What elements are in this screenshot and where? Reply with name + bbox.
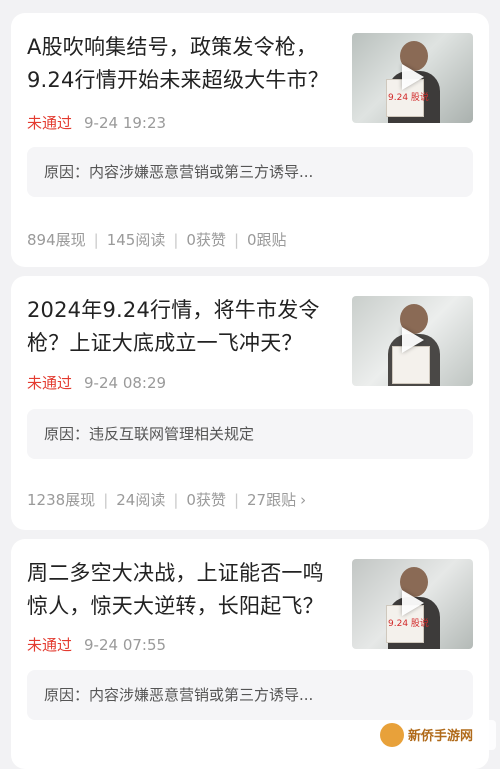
post-title[interactable]: 周二多空大决战，上证能否一鸣惊人，惊天大逆转，长阳起飞？ [27,557,339,623]
watermark-text: 新侨手游网 [408,729,474,744]
status-badge: 未通过 [27,114,73,132]
stats-divider: | [233,231,240,249]
stats-divider: | [173,491,179,509]
play-icon[interactable] [402,64,424,90]
play-icon[interactable] [402,327,424,353]
post-time: 9-24 07:55 [84,636,167,654]
post-card[interactable]: 2024年9.24行情，将牛市发令枪？上证大底成立一飞冲天？ 未通过 9-24 0… [11,276,489,530]
reads-count: 145阅读 [106,231,166,249]
reject-reason: 原因：违反互联网管理相关规定 [27,409,473,459]
post-time: 9-24 08:29 [84,374,167,392]
follows-count[interactable]: 27跟贴 [247,491,296,509]
status-row: 未通过 9-24 08:29 [27,373,166,393]
post-title[interactable]: 2024年9.24行情，将牛市发令枪？上证大底成立一飞冲天？ [27,294,339,360]
stats-row: 894展现 | 145阅读 | 0获赞 | 0跟贴 [27,230,287,250]
post-card[interactable]: A股吹响集结号，政策发令枪，9.24行情开始未来超级大牛市？ 9.24 股说 未… [11,13,489,267]
play-icon[interactable] [402,590,424,616]
likes-count: 0获赞 [186,231,226,249]
status-row: 未通过 9-24 19:23 [27,113,166,133]
views-count: 894展现 [27,231,86,249]
stats-divider: | [233,491,240,509]
views-count: 1238展现 [27,491,96,509]
post-title[interactable]: A股吹响集结号，政策发令枪，9.24行情开始未来超级大牛市？ [27,31,339,97]
video-thumbnail[interactable]: 9.24 股说 [352,559,473,649]
post-time: 9-24 19:23 [84,114,167,132]
reject-reason: 原因：内容涉嫌恶意营销或第三方诱导... [27,670,473,720]
stats-divider: | [93,231,99,249]
status-row: 未通过 9-24 07:55 [27,635,166,655]
stats-divider: | [173,231,179,249]
sign-text: 9.24 股说 [388,93,429,103]
video-thumbnail[interactable]: 9.24 股说 [352,33,473,123]
likes-count: 0获赞 [186,491,226,509]
status-badge: 未通过 [27,636,73,654]
stats-row: 1238展现 | 24阅读 | 0获赞 | 27跟贴 › [27,490,306,510]
stats-divider: | [103,491,109,509]
sign-text: 9.24 股说 [388,619,429,629]
status-badge: 未通过 [27,374,73,392]
watermark-logo-icon [380,723,404,747]
reads-count: 24阅读 [116,491,166,509]
follows-count[interactable]: 0跟贴 [247,231,287,249]
reject-reason: 原因：内容涉嫌恶意营销或第三方诱导... [27,147,473,197]
watermark: 新侨手游网 [376,720,496,750]
video-thumbnail[interactable] [352,296,473,386]
chevron-right-icon[interactable]: › [300,490,306,510]
